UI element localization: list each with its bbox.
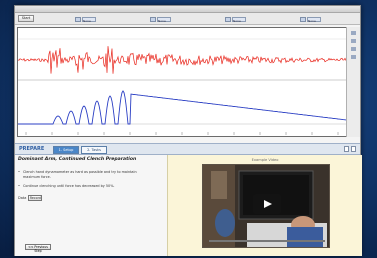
channel-label: None: [232, 16, 246, 23]
lesson-bar: PREPARE 1. Setup 2. Tasks: [15, 143, 360, 155]
previous-step-button[interactable]: << Previous Step: [25, 244, 51, 253]
title-bar: [15, 6, 360, 13]
channel-label: None: [307, 16, 321, 23]
force-trace: [18, 90, 348, 125]
channel-label: None: [82, 16, 96, 23]
channel-icon: [150, 16, 156, 22]
example-video[interactable]: [202, 164, 330, 248]
channel-icon: [225, 16, 231, 22]
lesson-controls: [344, 146, 356, 152]
channel-control-3[interactable]: None: [225, 16, 246, 23]
toolbar: Start None None None None: [15, 13, 360, 25]
data-label: Data: [18, 196, 27, 200]
lesson-instructions: Dominant Arm, Continued Clench Preparati…: [15, 155, 167, 256]
help-icon[interactable]: [351, 146, 356, 152]
instruction-step: Continue clenching until force has decre…: [18, 184, 153, 189]
video-panel: Example Video: [167, 155, 362, 256]
emg-trace: [18, 46, 348, 74]
scale-icon[interactable]: [351, 39, 356, 43]
tab-setup[interactable]: 1. Setup: [53, 146, 79, 154]
zoom-icon[interactable]: [351, 31, 356, 35]
start-button[interactable]: Start: [18, 15, 34, 22]
data-row: Data Record: [18, 195, 43, 201]
scale-panel: [346, 27, 360, 137]
video-label: Example Video: [251, 158, 279, 162]
print-icon[interactable]: [344, 146, 349, 152]
channel-control-1[interactable]: None: [75, 16, 96, 23]
instruction-step: Clench hand dynamometer as hard as possi…: [18, 170, 153, 179]
channel-icon: [300, 16, 306, 22]
cursor-icon[interactable]: [351, 55, 356, 59]
channel-control-4[interactable]: None: [300, 16, 321, 23]
video-progress[interactable]: [209, 240, 325, 242]
section-label: PREPARE: [19, 146, 45, 152]
marker-icon[interactable]: [351, 47, 356, 51]
record-button[interactable]: Record: [28, 195, 43, 201]
play-icon[interactable]: [253, 194, 281, 214]
tab-tasks[interactable]: 2. Tasks: [81, 146, 107, 154]
channel-control-2[interactable]: None: [150, 16, 171, 23]
signal-graph: [18, 38, 348, 135]
time-axis: [25, 132, 339, 135]
lesson-title: Dominant Arm, Continued Clench Preparati…: [18, 157, 137, 162]
app-window: Start None None None None PREPARE 1. Set…: [14, 5, 362, 256]
signal-plot[interactable]: [17, 27, 348, 137]
channel-label: None: [157, 16, 171, 23]
channel-icon: [75, 16, 81, 22]
